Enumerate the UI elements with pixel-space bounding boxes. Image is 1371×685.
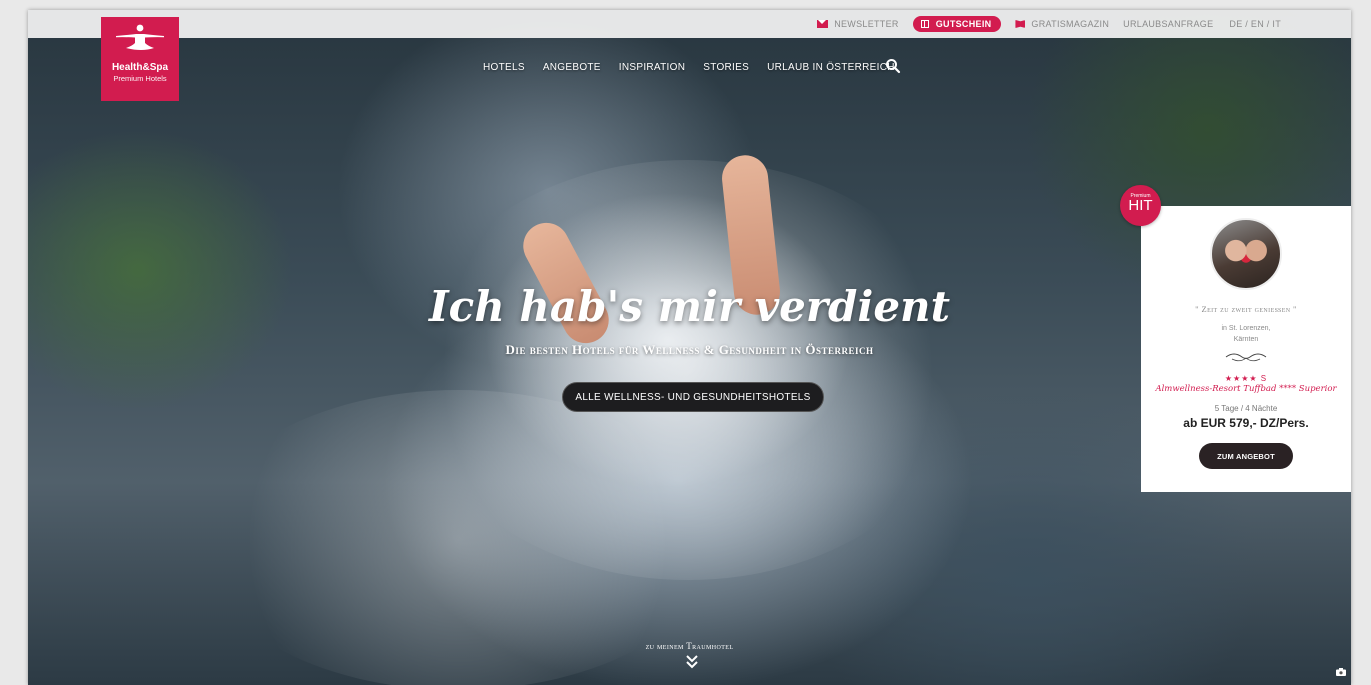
offer-hotel-name[interactable]: Almwellness-Resort Tuffbad **** Superior bbox=[1153, 384, 1339, 394]
offer-stars: ★★★★ S bbox=[1224, 374, 1268, 383]
logo-subtitle: Premium Hotels bbox=[113, 74, 167, 83]
voucher-button[interactable]: GUTSCHEIN bbox=[912, 16, 1002, 32]
magazine-label: GRATISMAGAZIN bbox=[1031, 19, 1110, 29]
newsletter-link[interactable]: NEWSLETTER bbox=[817, 19, 899, 29]
offer-duration: 5 Tage / 4 Nächte bbox=[1214, 404, 1278, 413]
holiday-request-label: URLAUBSANFRAGE bbox=[1123, 19, 1214, 29]
ornament-icon bbox=[1141, 350, 1351, 368]
double-chevron-down-icon[interactable] bbox=[686, 655, 698, 674]
magazine-link[interactable]: GRATISMAGAZIN bbox=[1015, 19, 1109, 29]
book-icon bbox=[1015, 20, 1026, 28]
offer-button[interactable]: ZUM ANGEBOT bbox=[1199, 443, 1293, 469]
nav-item-hotels[interactable]: HOTELS bbox=[483, 62, 525, 73]
camera-icon[interactable] bbox=[1336, 663, 1346, 681]
offer-location-line2: Kärnten bbox=[1233, 336, 1259, 343]
offer-location: in St. Lorenzen, Kärnten bbox=[1141, 323, 1351, 345]
offer-card: " Zeit zu zweit genießen " in St. Lorenz… bbox=[1141, 206, 1351, 492]
nav-item-stories[interactable]: STORIES bbox=[703, 62, 749, 73]
badge-big-label: HIT bbox=[1128, 197, 1153, 214]
offer-image-couple bbox=[1210, 218, 1282, 290]
nav-item-offers[interactable]: ANGEBOTE bbox=[543, 62, 601, 73]
offer-location-line1: in St. Lorenzen, bbox=[1221, 325, 1271, 332]
language-switcher[interactable]: DE / EN / IT bbox=[1229, 19, 1281, 29]
newsletter-label: NEWSLETTER bbox=[834, 19, 899, 29]
holiday-request-link[interactable]: URLAUBSANFRAGE bbox=[1123, 19, 1213, 29]
language-label: DE / EN / IT bbox=[1229, 19, 1281, 29]
voucher-label: GUTSCHEIN bbox=[935, 19, 992, 29]
scroll-label: zu meinem Traumhotel bbox=[645, 641, 734, 651]
nav-item-inspiration[interactable]: INSPIRATION bbox=[619, 62, 685, 73]
search-icon[interactable] bbox=[885, 58, 901, 79]
offer-price: ab EUR 579,- DZ/Pers. bbox=[1183, 416, 1309, 430]
all-hotels-button[interactable]: ALLE WELLNESS- UND GESUNDHEITSHOTELS bbox=[562, 382, 824, 412]
mail-icon bbox=[817, 20, 829, 28]
top-utility-bar: NEWSLETTER GUTSCHEIN GRATISMAGAZIN URLAU… bbox=[28, 10, 1351, 38]
premium-hit-badge: Premium HIT bbox=[1120, 185, 1161, 226]
browser-viewport: NEWSLETTER GUTSCHEIN GRATISMAGAZIN URLAU… bbox=[28, 10, 1351, 685]
yoga-figure-icon bbox=[101, 23, 179, 60]
site-logo[interactable]: Health&Spa Premium Hotels bbox=[101, 17, 179, 101]
offer-quote: " Zeit zu zweit genießen " bbox=[1195, 304, 1297, 314]
nav-item-austria-holiday[interactable]: URLAUB IN ÖSTERREICH bbox=[767, 62, 895, 73]
main-navigation: HOTELS ANGEBOTE INSPIRATION STORIES URLA… bbox=[483, 62, 895, 73]
logo-title: Health&Spa bbox=[111, 62, 169, 73]
gift-icon bbox=[920, 20, 929, 28]
